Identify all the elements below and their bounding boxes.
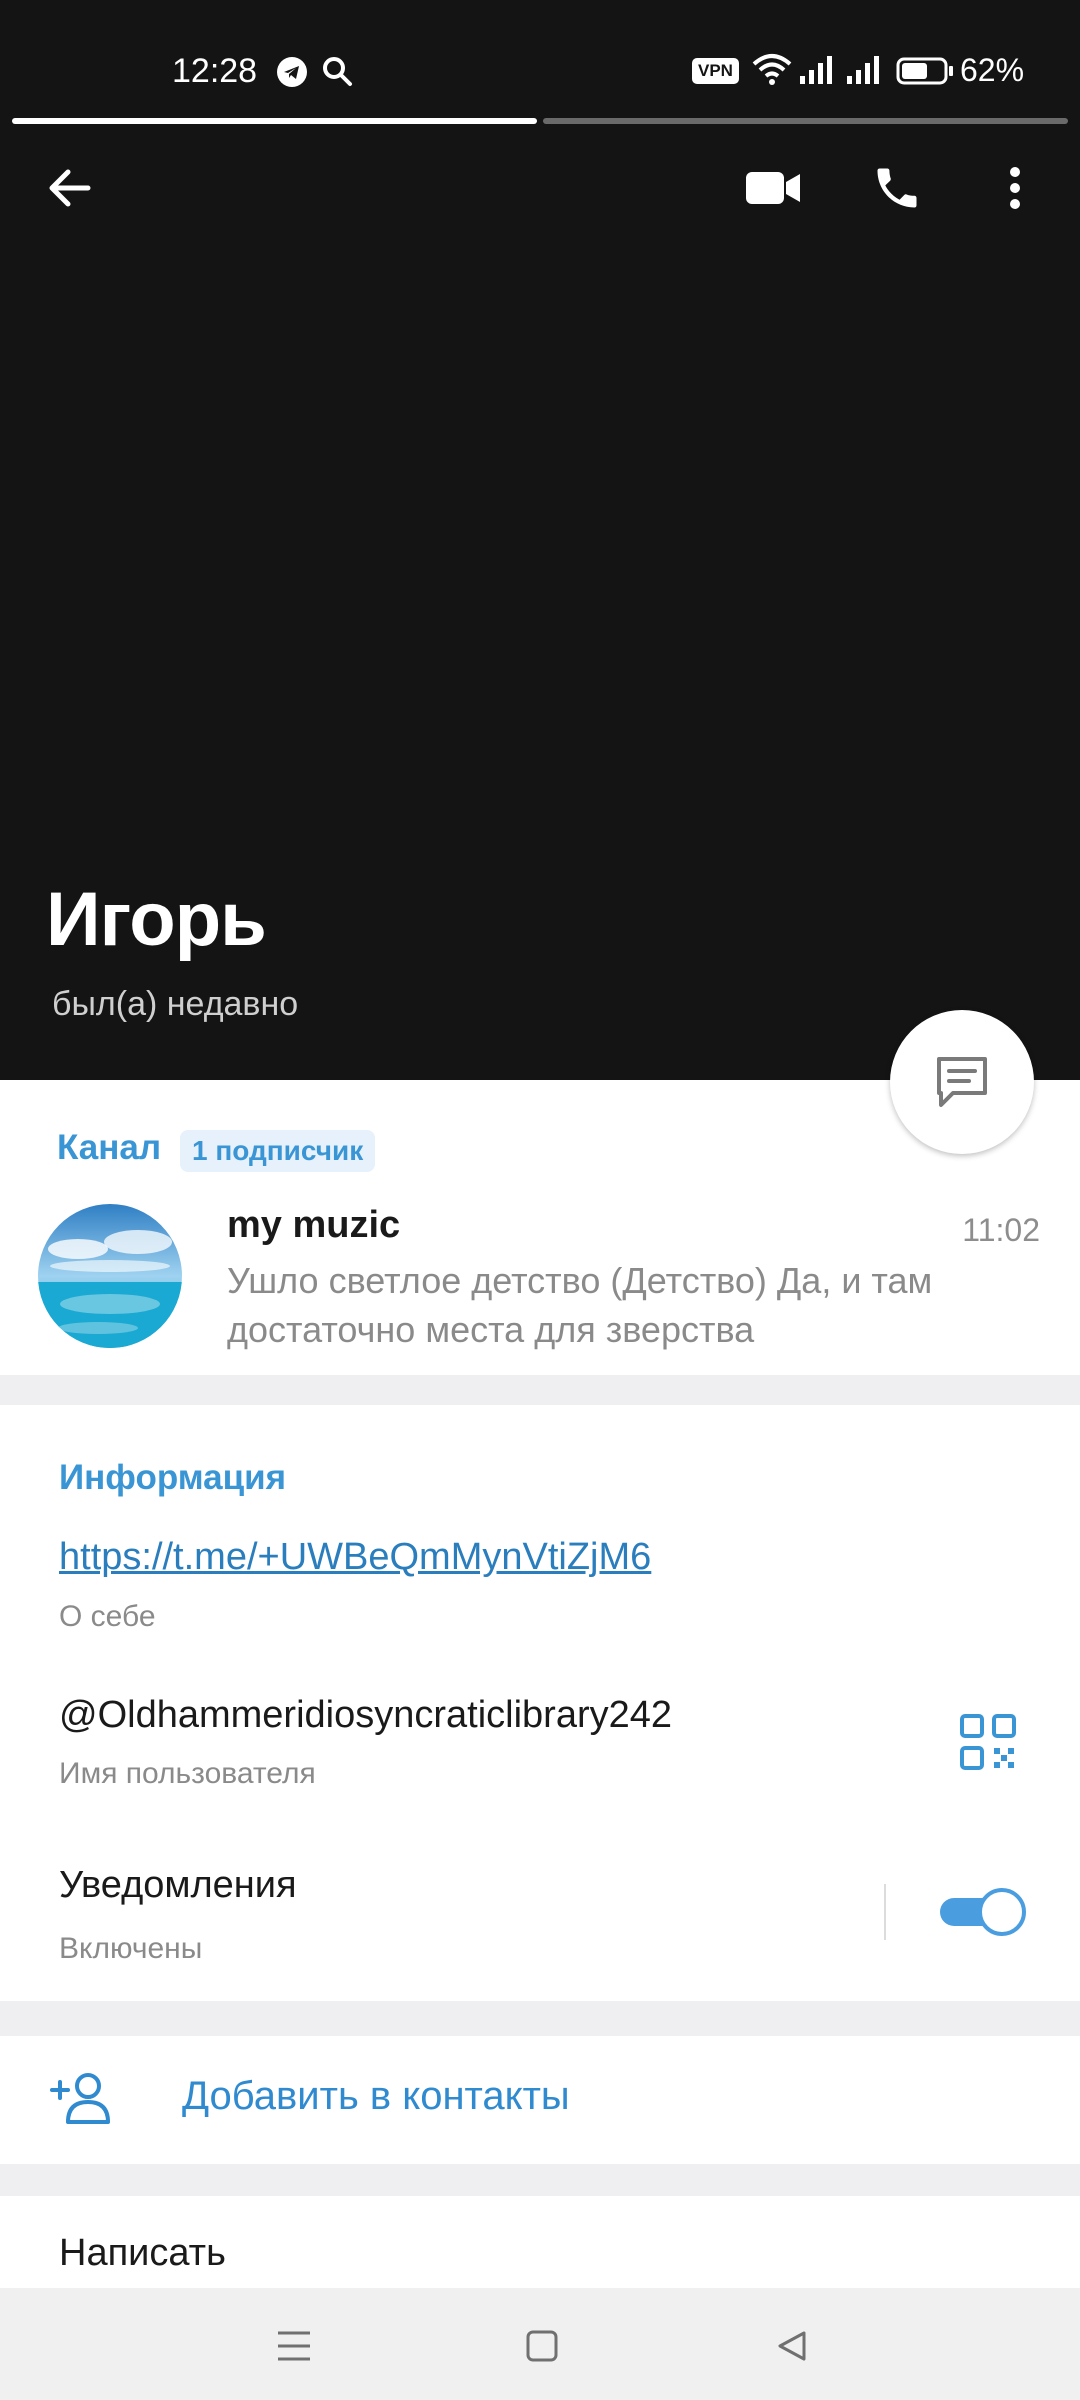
call-button[interactable] (862, 148, 932, 228)
channel-time: 11:02 (962, 1212, 1040, 1248)
triangle-back-icon (778, 2331, 806, 2361)
phone-icon (877, 168, 917, 208)
channel-name[interactable]: my muzic (227, 1204, 400, 1247)
video-call-button[interactable] (738, 148, 808, 228)
back-nav-button[interactable] (762, 2316, 822, 2376)
section-divider (0, 1375, 1080, 1405)
wifi-icon (752, 54, 792, 85)
profile-status: был(а) недавно (52, 985, 299, 1023)
battery-percent: 62% (960, 52, 1025, 88)
info-title: Информация (59, 1458, 287, 1497)
status-time: 12:28 (172, 52, 258, 90)
add-user-icon (50, 2073, 110, 2124)
profile-link[interactable]: https://t.me/+UWBeQmMynVtiZjM6 (59, 1536, 651, 1579)
section-divider (0, 2001, 1080, 2036)
story-segment (543, 118, 1068, 124)
write-message-button[interactable]: Написать (59, 2232, 226, 2275)
channel-label: Канал (57, 1128, 162, 1167)
battery-icon (896, 57, 953, 85)
signal-icon (800, 56, 832, 84)
status-bar: 12:28 VPN 62% (0, 0, 1080, 110)
channel-last-message[interactable]: Ушло светлое детство (Детство) Да, и там… (227, 1256, 1037, 1354)
more-vert-icon (1010, 167, 1020, 209)
channel-avatar-image (38, 1204, 182, 1348)
profile-name: Игорь (46, 877, 267, 962)
vpn-badge: VPN (692, 58, 739, 84)
system-nav-bar (0, 2288, 1080, 2400)
channel-avatar[interactable] (38, 1204, 182, 1348)
telegram-icon (277, 57, 307, 87)
divider (884, 1884, 886, 1940)
home-button[interactable] (512, 2316, 572, 2376)
story-progress (12, 118, 1068, 124)
video-camera-icon (746, 172, 800, 204)
menu-icon (278, 2331, 310, 2361)
notifications-toggle[interactable] (936, 1884, 1028, 1940)
notifications-label: Уведомления (59, 1864, 297, 1906)
link-caption: О себе (59, 1600, 156, 1633)
more-options-button[interactable] (990, 148, 1040, 228)
qr-code-icon[interactable] (958, 1712, 1018, 1772)
subscribers-badge: 1 подписчик (180, 1130, 376, 1172)
message-icon (937, 1057, 987, 1107)
message-button[interactable] (890, 1010, 1034, 1154)
story-segment-active (12, 118, 537, 124)
toggle-knob (978, 1888, 1026, 1936)
square-icon (526, 2330, 558, 2362)
username-caption: Имя пользователя (59, 1757, 316, 1790)
notifications-state: Включены (59, 1932, 203, 1965)
recent-apps-button[interactable] (264, 2316, 324, 2376)
add-contact-button[interactable]: Добавить в контакты (0, 2036, 1080, 2164)
section-divider (0, 2164, 1080, 2196)
add-contact-label: Добавить в контакты (182, 2074, 570, 2118)
search-icon (323, 57, 352, 86)
signal-icon (847, 56, 879, 84)
username[interactable]: @Oldhammeridiosyncraticlibrary242 (59, 1694, 672, 1737)
profile-header: 12:28 VPN 62% Игорь был(а) недавно (0, 0, 1080, 1080)
back-button[interactable] (30, 148, 110, 228)
back-arrow-icon (49, 169, 91, 207)
